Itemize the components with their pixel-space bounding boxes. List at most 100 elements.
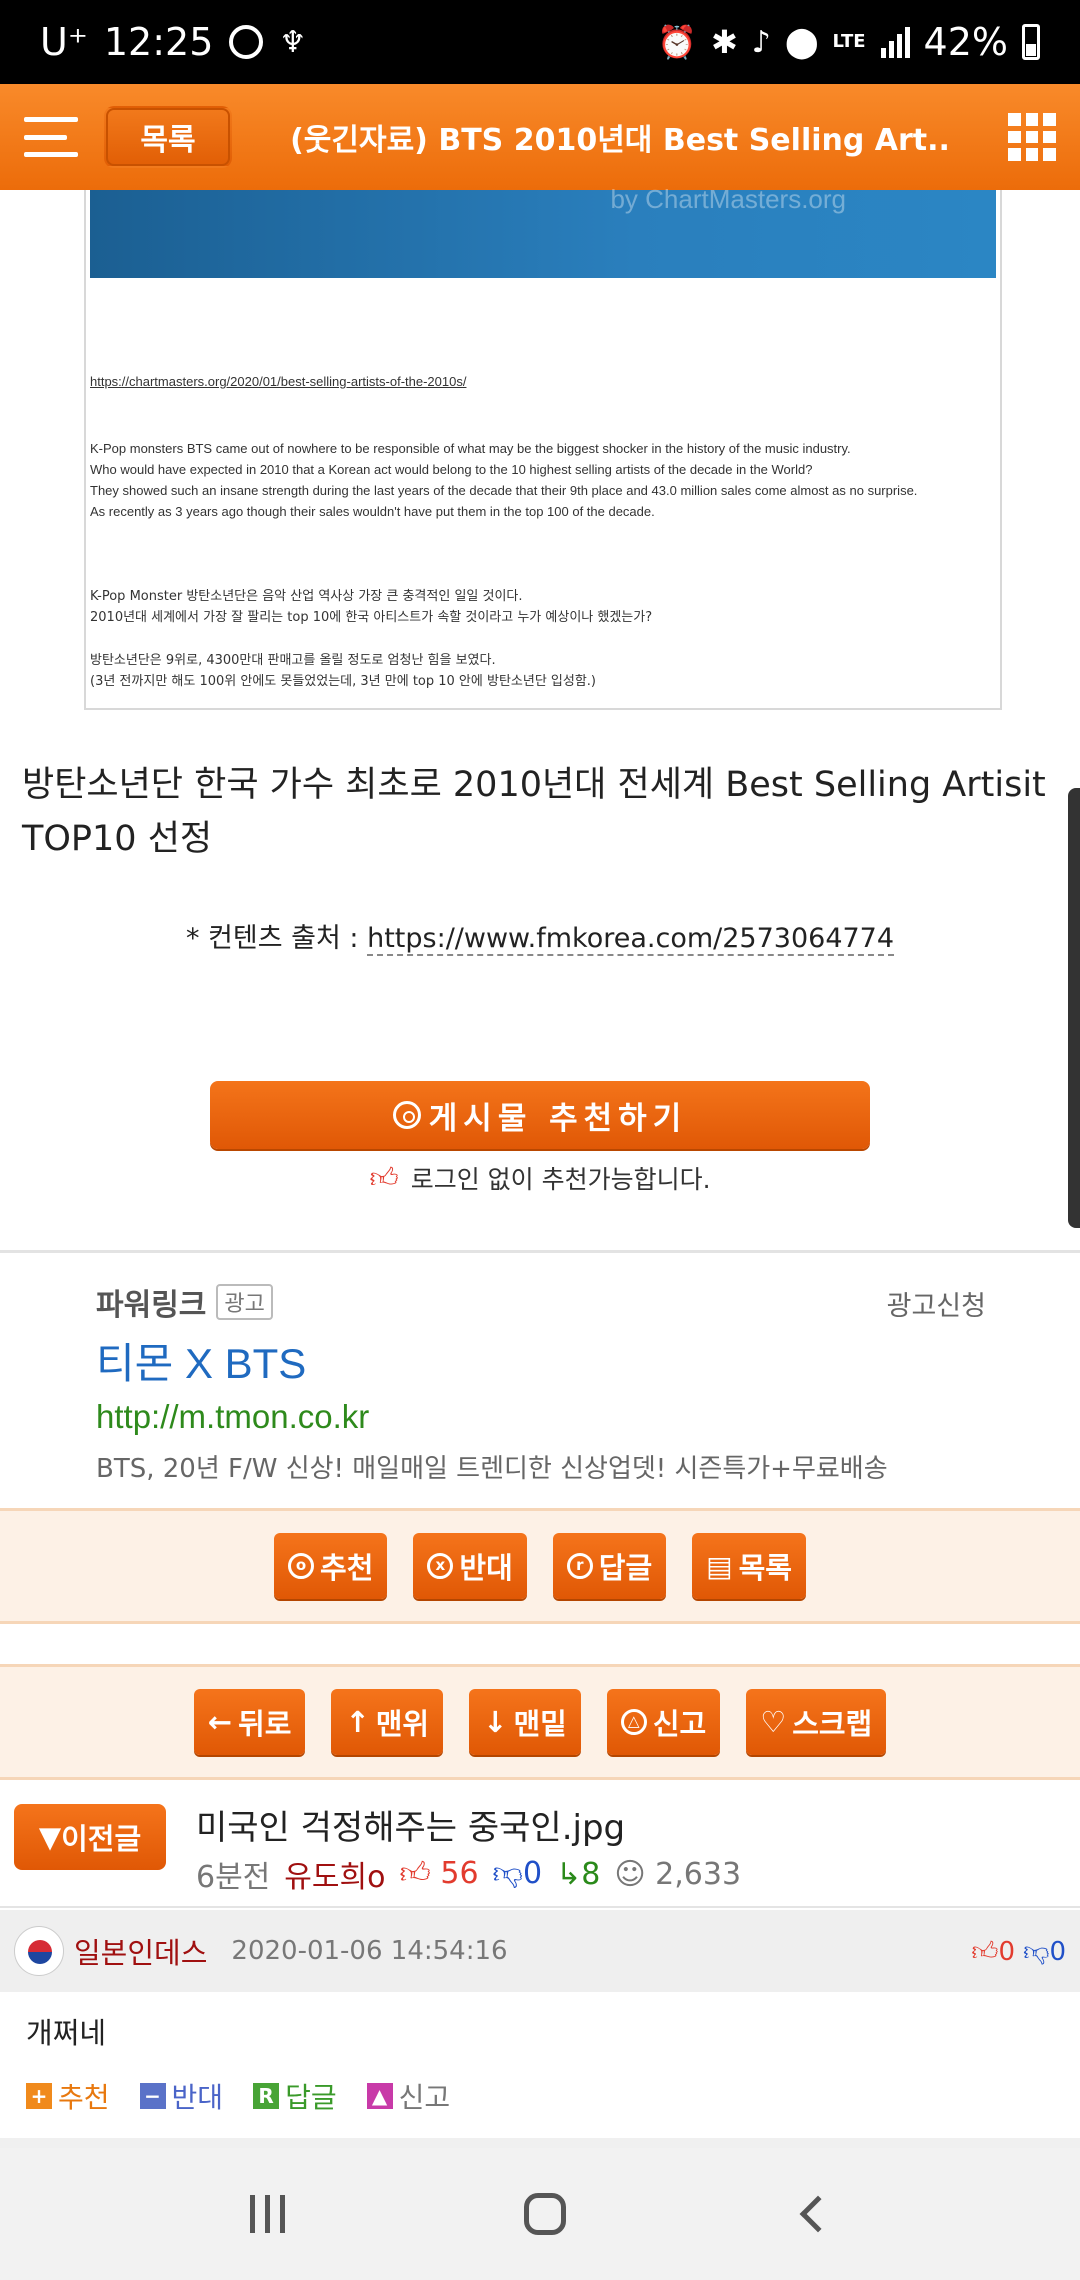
previous-post-label: 이전글 (61, 1822, 142, 1856)
reply-arrow-icon: ↳ (556, 1856, 582, 1892)
battery-percent: 42% (923, 20, 1008, 64)
heart-icon: ♡ (760, 1705, 787, 1739)
comment-upvote[interactable]: 👍︎0 (971, 1936, 1015, 1967)
siren-icon: ▲ (366, 2083, 393, 2109)
english-line: As recently as 3 years ago though their … (90, 504, 655, 519)
reply-count: ↳8 (556, 1857, 600, 1892)
ad-title-link[interactable]: 티몬 X BTS (96, 1330, 306, 1391)
mute-icon: ♪ (751, 24, 771, 60)
next-comment-edge (0, 2138, 1080, 2148)
list-button[interactable]: 목록 (104, 106, 232, 168)
thumbs-up-icon: 👍︎ (971, 1936, 999, 1967)
comment-recommend-label: 추천 (58, 2081, 110, 2114)
back-label: 뒤로 (238, 1707, 292, 1741)
article-image: https://chartmasters.org/2020/01/best-se… (84, 184, 1002, 710)
oppose-label: 반대 (459, 1551, 513, 1585)
comment-report[interactable]: ▲ 신고 (366, 2076, 451, 2116)
list-bottom-button[interactable]: ▤ 목록 (692, 1533, 806, 1599)
previous-post-button[interactable]: ▼ 이전글 (14, 1804, 166, 1870)
battery-icon (1022, 24, 1040, 60)
previous-post-title[interactable]: 미국인 걱정해주는 중국인.jpg (196, 1800, 625, 1849)
powerlink-text: 파워링크 (96, 1288, 207, 1323)
recommend-note: 👍︎ 로그인 없이 추천가능합니다. (0, 1160, 1080, 1196)
media-playing-icon (229, 25, 264, 59)
reply-label: 답글 (598, 1551, 653, 1585)
previous-post[interactable]: ▼ 이전글 미국인 걱정해주는 중국인.jpg 6분전 유도희o 👍︎ 56 👎︎… (0, 1784, 1080, 1908)
ad-url[interactable]: http://m.tmon.co.kr (96, 1398, 369, 1436)
ad-tag: 광고 (216, 1284, 273, 1320)
comment-recommend[interactable]: + 추천 (26, 2076, 110, 2116)
chart-banner-image (90, 184, 996, 278)
powerlink-label: 파워링크 광고 (96, 1280, 273, 1324)
scroll-bottom-button[interactable]: ↓ 맨밑 (469, 1689, 581, 1755)
arrow-up-icon: ↑ (345, 1705, 370, 1739)
comment-downvote[interactable]: 👎︎0 (1023, 1936, 1066, 1967)
home-icon[interactable] (523, 2193, 566, 2235)
downvote-count: 👎︎0 (493, 1856, 543, 1892)
thumbs-down-icon: 👎︎ (1023, 1936, 1050, 1967)
alarm-icon: ⏰ (657, 23, 697, 61)
comment-nickname[interactable]: 일본인데스 (74, 1930, 207, 1972)
back-button[interactable]: ← 뒤로 (193, 1689, 306, 1755)
triangle-down-icon: ▼ (38, 1820, 62, 1854)
post-author: 유도희o (284, 1860, 386, 1895)
comment-report-label: 신고 (398, 2081, 451, 2114)
recent-apps-icon[interactable] (249, 2195, 285, 2233)
navigation-action-bar: ← 뒤로 ↑ 맨위 ↓ 맨밑 △ 신고 ♡ 스크랩 (0, 1664, 1080, 1780)
downvote-value: 0 (523, 1856, 543, 1891)
bluetooth-icon: ✱ (710, 23, 738, 61)
smiley-icon: ☺ (614, 1856, 646, 1892)
page-title: (웃긴자료) BTS 2010년대 Best Selling Art.. (290, 123, 950, 158)
reply-r-icon: R (253, 2083, 280, 2109)
plus-icon: + (26, 2083, 52, 2109)
recommend-icon (392, 1101, 421, 1129)
back-nav-icon[interactable] (799, 2195, 836, 2233)
thumbs-up-icon: 👍︎ (399, 1856, 431, 1891)
recommend-note-text: 로그인 없이 추천가능합니다. (410, 1165, 711, 1194)
list-icon: ▤ (706, 1549, 733, 1583)
list-label: 목록 (738, 1551, 792, 1585)
status-bar: U⁺ 12:25 ♆ ⏰ ✱ ♪ ⬤ LTE 42% (0, 0, 1080, 84)
menu-icon[interactable] (24, 117, 78, 157)
recommend-post-label: 게시물 추천하기 (428, 1100, 688, 1137)
scrap-button[interactable]: ♡ 스크랩 (746, 1689, 887, 1755)
comment-downvote-value: 0 (1049, 1936, 1066, 1967)
comment-oppose[interactable]: − 반대 (139, 2076, 224, 2116)
content-source-label: * 컨텐츠 출처 : (185, 923, 368, 954)
flashlight-icon: ♆ (279, 24, 307, 60)
korean-paragraph-2: 방탄소년단은 9위로, 4300만대 판매고를 올릴 정도로 엄청난 힘을 보였… (90, 650, 990, 692)
comment-reply[interactable]: R 답글 (253, 2076, 337, 2116)
korean-line: K-Pop Monster 방탄소년단은 음악 산업 역사상 가장 큰 충격적인… (90, 589, 523, 604)
scroll-top-button[interactable]: ↑ 맨위 (331, 1689, 444, 1755)
oppose-icon: x (427, 1553, 454, 1579)
korean-line: (3년 전까지만 해도 100위 안에도 못들었었는데, 3년 만에 top 1… (90, 674, 596, 689)
article-headline: 방탄소년단 한국 가수 최초로 2010년대 전세계 Best Selling … (22, 765, 1046, 859)
korean-line: 방탄소년단은 9위로, 4300만대 판매고를 올릴 정도로 엄청난 힘을 보였… (90, 653, 496, 668)
recommend-icon: o (288, 1553, 315, 1579)
ad-apply-link[interactable]: 광고신청 (887, 1284, 986, 1323)
report-button[interactable]: △ 신고 (606, 1689, 721, 1755)
comment-oppose-label: 반대 (171, 2081, 224, 2114)
arrow-left-icon: ← (207, 1705, 233, 1739)
thumbs-up-icon: 👍︎ (369, 1161, 399, 1194)
reply-button[interactable]: r 답글 (552, 1533, 667, 1599)
comment-body: 개쩌네 (26, 2016, 107, 2050)
divider (0, 1250, 1080, 1253)
english-paragraph: K-Pop monsters BTS came out of nowhere t… (90, 438, 990, 522)
recommend-button[interactable]: o 추천 (274, 1533, 388, 1599)
scrap-label: 스크랩 (792, 1707, 873, 1741)
comment-actions: + 추천 − 반대 R 답글 ▲ 신고 (26, 2076, 450, 2116)
image-source-link: https://chartmasters.org/2020/01/best-se… (90, 374, 467, 389)
ad-block[interactable]: 파워링크 광고 광고신청 티몬 X BTS http://m.tmon.co.k… (0, 1254, 1080, 1510)
upvote-count: 👍︎ 56 (399, 1856, 478, 1892)
post-action-bar: o 추천 x 반대 r 답글 ▤ 목록 (0, 1508, 1080, 1624)
previous-post-meta: 6분전 유도희o 👍︎ 56 👎︎0 ↳8 ☺ 2,633 (196, 1852, 741, 1896)
content-source-link[interactable]: https://www.fmkorea.com/2573064774 (367, 923, 895, 956)
english-line: They showed such an insane strength duri… (90, 483, 918, 498)
oppose-button[interactable]: x 반대 (413, 1533, 527, 1599)
apps-grid-icon[interactable] (1008, 113, 1056, 161)
comment-header: 일본인데스 2020-01-06 14:54:16 👍︎0 👎︎0 (0, 1910, 1080, 1992)
comment-upvote-value: 0 (998, 1936, 1016, 1967)
comment-votes: 👍︎0 👎︎0 (971, 1936, 1066, 1967)
recommend-post-button[interactable]: 게시물 추천하기 (210, 1081, 870, 1149)
